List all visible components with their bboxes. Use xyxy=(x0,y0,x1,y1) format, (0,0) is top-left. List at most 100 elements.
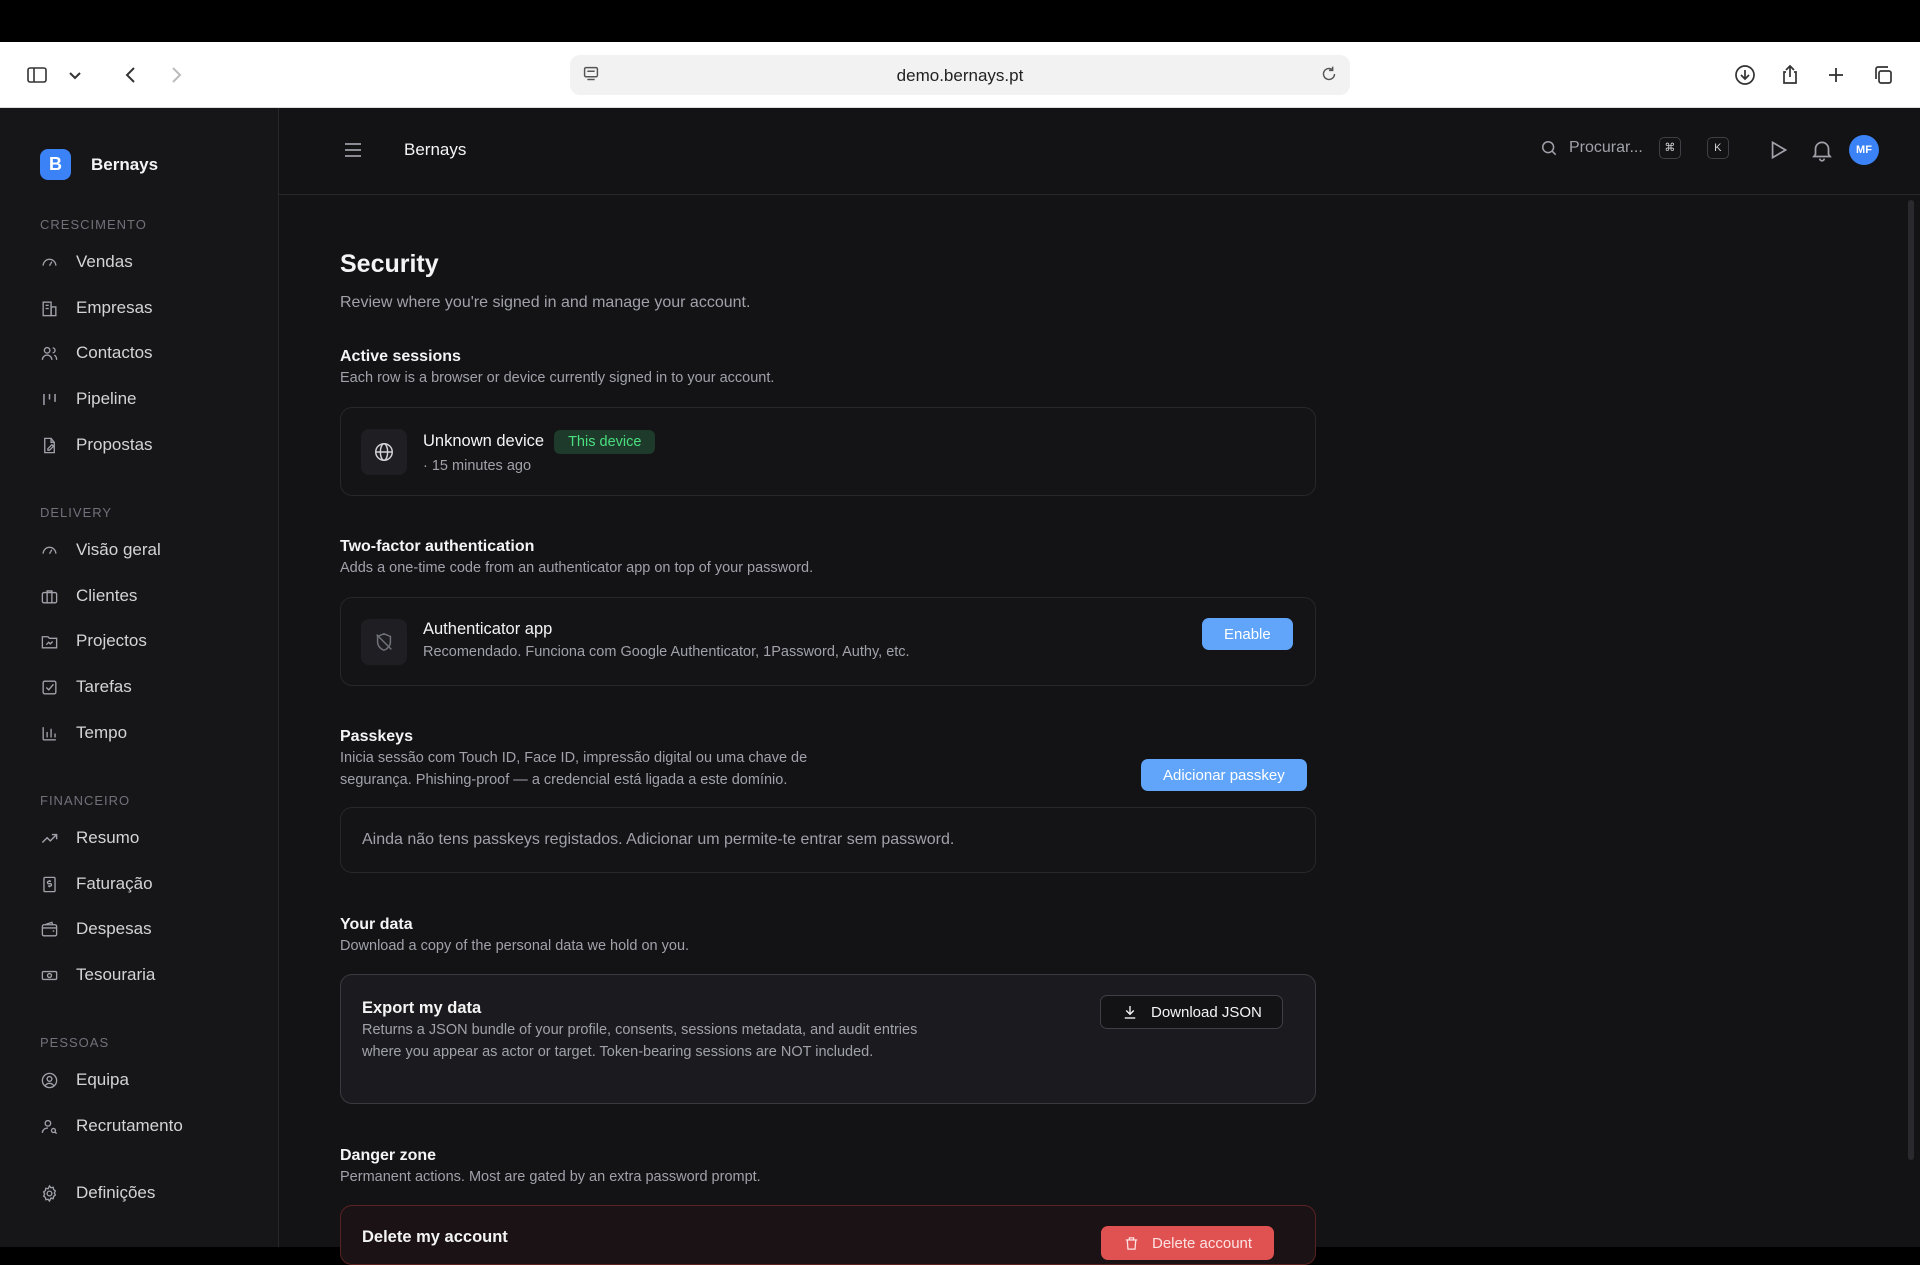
scrollbar[interactable] xyxy=(1908,200,1914,1160)
danger-title: Danger zone xyxy=(340,1147,437,1164)
sidebar-item-contactos[interactable]: Contactos xyxy=(40,339,153,367)
app-window: B Bernays CRESCIMENTO Vendas Empresas Co… xyxy=(0,108,1920,1265)
sidebar-item-recrutamento[interactable]: Recrutamento xyxy=(40,1112,183,1140)
back-icon[interactable] xyxy=(116,60,146,90)
sidebar-item-vendas[interactable]: Vendas xyxy=(40,248,133,276)
invoice-icon xyxy=(43,876,56,892)
page-subtitle: Review where you're signed in and manage… xyxy=(340,294,751,311)
twofa-title: Two-factor authentication xyxy=(340,538,535,555)
sessions-title: Active sessions xyxy=(340,348,461,365)
export-card: Export my data Returns a JSON bundle of … xyxy=(340,974,1316,1104)
reload-icon[interactable] xyxy=(1318,63,1340,90)
passkeys-title: Passkeys xyxy=(340,728,413,745)
passkeys-empty-card: Ainda não tens passkeys registados. Adic… xyxy=(340,807,1316,873)
sidebar-item-visao-geral[interactable]: Visão geral xyxy=(40,536,161,564)
sidebar-toggle-icon[interactable] xyxy=(22,60,52,90)
session-card: Unknown device This device · 15 minutes a… xyxy=(340,407,1316,496)
twofa-desc: Adds a one-time code from an authenticat… xyxy=(340,560,814,576)
play-icon[interactable] xyxy=(1765,137,1791,163)
download-json-button[interactable]: Download JSON xyxy=(1100,995,1283,1029)
share-icon[interactable] xyxy=(1775,60,1805,90)
forward-icon[interactable] xyxy=(161,60,191,90)
sidebar-item-tarefas[interactable]: Tarefas xyxy=(40,673,132,701)
delete-title: Delete my account xyxy=(362,1228,508,1246)
sidebar-item-label: Resumo xyxy=(76,828,140,847)
sidebar-item-label: Tarefas xyxy=(76,677,132,696)
page-title: Security xyxy=(340,250,439,278)
browser-toolbar: demo.bernays.pt xyxy=(0,42,1920,108)
sidebar-item-despesas[interactable]: Despesas xyxy=(40,915,152,943)
add-passkey-button[interactable]: Adicionar passkey xyxy=(1141,759,1307,791)
wallet-icon xyxy=(41,921,58,937)
users-icon xyxy=(41,346,58,360)
chevron-down-icon[interactable] xyxy=(60,60,90,90)
passkeys-desc: Inicia sessão com Touch ID, Face ID, imp… xyxy=(340,750,808,788)
sidebar-item-propostas[interactable]: Propostas xyxy=(40,431,153,459)
sidebar-item-clientes[interactable]: Clientes xyxy=(40,582,137,610)
data-desc: Download a copy of the personal data we … xyxy=(340,938,690,954)
user-circle-icon xyxy=(41,1072,58,1088)
checkbox-icon xyxy=(42,679,57,695)
document-edit-icon xyxy=(44,437,55,453)
menu-icon[interactable] xyxy=(341,138,365,162)
sidebar-item-definicoes[interactable]: Definições xyxy=(40,1179,155,1207)
trash-icon xyxy=(1125,1236,1138,1250)
section-label-delivery: DELIVERY xyxy=(40,505,113,520)
download-icon[interactable] xyxy=(1730,60,1760,90)
sidebar-item-label: Propostas xyxy=(76,435,153,454)
sessions-desc: Each row is a browser or device currentl… xyxy=(340,370,775,386)
section-label-financeiro: FINANCEIRO xyxy=(40,793,131,808)
user-search-icon xyxy=(41,1119,58,1134)
delete-account-card: Delete my account Delete account xyxy=(340,1205,1316,1265)
new-tab-icon[interactable] xyxy=(1821,60,1851,90)
trending-up-icon xyxy=(41,833,58,843)
sidebar-item-faturacao[interactable]: Faturação xyxy=(40,870,153,898)
sidebar-item-resumo[interactable]: Resumo xyxy=(40,824,139,852)
address-bar[interactable]: demo.bernays.pt xyxy=(570,55,1350,95)
sidebar-item-label: Vendas xyxy=(76,252,133,271)
sidebar-item-label: Empresas xyxy=(76,298,153,317)
authenticator-card: Authenticator app Recomendado. Funciona … xyxy=(340,597,1316,686)
brand-name: Bernays xyxy=(91,154,159,174)
sidebar-item-empresas[interactable]: Empresas xyxy=(40,294,153,322)
gauge-icon xyxy=(42,258,57,266)
sidebar-item-label: Tempo xyxy=(76,723,128,742)
gear-icon xyxy=(42,1184,57,1202)
sidebar-item-tesouraria[interactable]: Tesouraria xyxy=(40,961,155,989)
authenticator-title: Authenticator app xyxy=(423,620,553,638)
bell-icon[interactable] xyxy=(1809,137,1835,163)
sidebar-item-pipeline[interactable]: Pipeline xyxy=(40,385,137,413)
shield-off-icon xyxy=(361,619,407,665)
sidebar-item-label: Visão geral xyxy=(76,540,161,559)
device-name: Unknown device xyxy=(423,432,545,450)
enable-button[interactable]: Enable xyxy=(1202,618,1293,650)
system-top-bar xyxy=(0,0,1920,42)
export-desc: Returns a JSON bundle of your profile, c… xyxy=(362,1022,918,1060)
sidebar-item-label: Clientes xyxy=(76,586,138,605)
sidebar-item-projectos[interactable]: Projectos xyxy=(40,627,147,655)
shortcut-cmd: ⌘ xyxy=(1658,137,1681,159)
danger-desc: Permanent actions. Most are gated by an … xyxy=(340,1169,761,1185)
section-label-crescimento: CRESCIMENTO xyxy=(40,217,147,232)
sidebar-item-label: Pipeline xyxy=(76,389,137,408)
brand-logo: B xyxy=(40,149,71,180)
delete-account-label: Delete account xyxy=(1152,1234,1253,1252)
globe-icon xyxy=(361,429,407,475)
folder-icon xyxy=(41,635,58,649)
section-label-pessoas: PESSOAS xyxy=(40,1035,110,1050)
sidebar-item-equipa[interactable]: Equipa xyxy=(40,1066,129,1094)
session-meta: · 15 minutes ago xyxy=(423,458,532,474)
status-badge: This device xyxy=(554,430,656,454)
delete-account-button[interactable]: Delete account xyxy=(1101,1226,1275,1260)
tab-overview-icon[interactable] xyxy=(1868,60,1898,90)
brand[interactable]: B Bernays xyxy=(40,149,158,180)
gauge-icon xyxy=(42,546,57,554)
sidebar-item-label: Projectos xyxy=(76,631,147,650)
briefcase-icon xyxy=(41,589,58,604)
kanban-icon xyxy=(43,393,56,405)
data-title: Your data xyxy=(340,916,413,933)
sidebar-item-tempo[interactable]: Tempo xyxy=(40,719,127,747)
search-button[interactable]: Procurar... ⌘ K xyxy=(1539,137,1729,159)
url-text: demo.bernays.pt xyxy=(896,66,1024,85)
avatar[interactable]: MF xyxy=(1849,135,1879,165)
